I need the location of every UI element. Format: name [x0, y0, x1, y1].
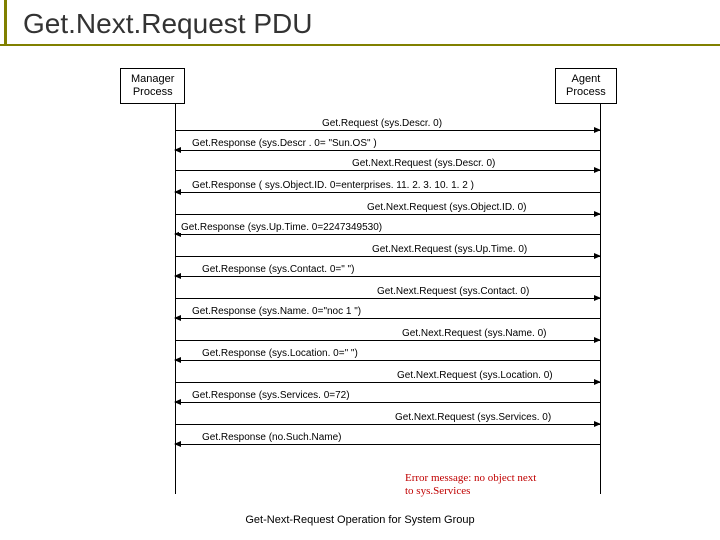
title-bar: Get.Next.Request PDU [0, 0, 720, 46]
msg-get-request-sysdescr: Get.Request (sys.Descr. 0) [175, 130, 600, 131]
msg-label: Get.Next.Request (sys.Up.Time. 0) [370, 244, 529, 255]
error-annotation: Error message: no object next to sys.Ser… [405, 472, 536, 498]
agent-process-label: Agent Process [566, 73, 606, 98]
msg-label: Get.Response ( sys.Object.ID. 0=enterpri… [190, 180, 476, 191]
msg-get-next-request-sysname: Get.Next.Request (sys.Name. 0) [175, 340, 600, 341]
msg-get-next-request-syslocation: Get.Next.Request (sys.Location. 0) [175, 382, 600, 383]
msg-label: Get.Next.Request (sys.Descr. 0) [350, 158, 497, 169]
msg-get-response-syslocation: Get.Response (sys.Location. 0=" ") [175, 360, 600, 361]
msg-get-next-request-sysobjectid: Get.Next.Request (sys.Object.ID. 0) [175, 214, 600, 215]
msg-get-response-syscontact: Get.Response (sys.Contact. 0=" ") [175, 276, 600, 277]
msg-get-response-nosuchname: Get.Response (no.Such.Name) [175, 444, 600, 445]
msg-label: Get.Response (sys.Location. 0=" ") [200, 348, 360, 359]
msg-label: Get.Response (sys.Name. 0="noc 1 ") [190, 306, 363, 317]
msg-label: Get.Next.Request (sys.Services. 0) [393, 412, 553, 423]
msg-get-next-request-sysdescr: Get.Next.Request (sys.Descr. 0) [175, 170, 600, 171]
msg-get-next-request-syscontact: Get.Next.Request (sys.Contact. 0) [175, 298, 600, 299]
slide-title: Get.Next.Request PDU [4, 0, 720, 44]
manager-process-box: Manager Process [120, 68, 185, 104]
msg-get-response-sysname: Get.Response (sys.Name. 0="noc 1 ") [175, 318, 600, 319]
msg-label: Get.Response (sys.Descr . 0= "Sun.OS" ) [190, 138, 379, 149]
manager-process-label: Manager Process [131, 73, 174, 98]
msg-label: Get.Next.Request (sys.Location. 0) [395, 370, 555, 381]
msg-label: Get.Response (sys.Services. 0=72) [190, 390, 352, 401]
msg-label: Get.Next.Request (sys.Contact. 0) [375, 286, 531, 297]
error-text: Error message: no object next to sys.Ser… [405, 472, 536, 497]
slide: Get.Next.Request PDU Manager Process Age… [0, 0, 720, 540]
msg-get-response-sysuptime: Get.Response (sys.Up.Time. 0=2247349530) [175, 234, 600, 235]
msg-label: Get.Response (sys.Contact. 0=" ") [200, 264, 356, 275]
msg-label: Get.Next.Request (sys.Name. 0) [400, 328, 549, 339]
msg-get-next-request-sysservices: Get.Next.Request (sys.Services. 0) [175, 424, 600, 425]
manager-lifeline [175, 104, 176, 494]
msg-label: Get.Response (sys.Up.Time. 0=2247349530) [179, 222, 384, 233]
agent-process-box: Agent Process [555, 68, 617, 104]
msg-label: Get.Response (no.Such.Name) [200, 432, 344, 443]
msg-label: Get.Request (sys.Descr. 0) [320, 118, 444, 129]
msg-get-next-request-sysuptime: Get.Next.Request (sys.Up.Time. 0) [175, 256, 600, 257]
msg-get-response-sysdescr: Get.Response (sys.Descr . 0= "Sun.OS" ) [175, 150, 600, 151]
msg-get-response-sysservices: Get.Response (sys.Services. 0=72) [175, 402, 600, 403]
diagram-caption: Get-Next-Request Operation for System Gr… [0, 514, 720, 526]
msg-get-response-sysobjectid: Get.Response ( sys.Object.ID. 0=enterpri… [175, 192, 600, 193]
msg-label: Get.Next.Request (sys.Object.ID. 0) [365, 202, 529, 213]
